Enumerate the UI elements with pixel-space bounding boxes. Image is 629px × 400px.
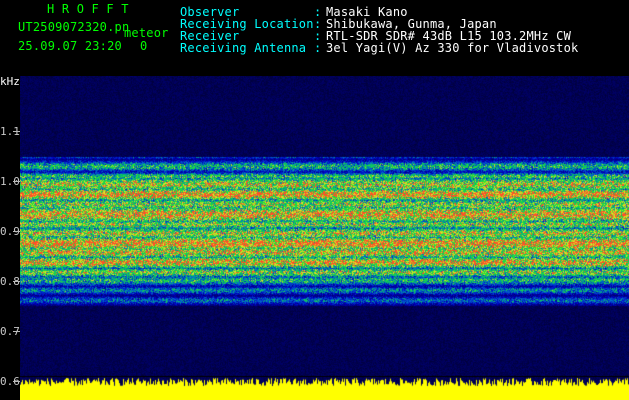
- frequency-unit-label: kHz: [0, 75, 20, 88]
- colon: :: [314, 41, 322, 55]
- meteor-label: meteor: [124, 26, 169, 40]
- antenna-label: Receiving Antenna: [180, 41, 307, 55]
- freq-tick-mark: [13, 281, 20, 282]
- app-brand: H R O F F T: [47, 2, 129, 16]
- spectrogram-canvas: [20, 76, 629, 400]
- meteor-count: 0: [140, 39, 148, 53]
- antenna-value: 3el Yagi(V) Az 330 for Vladivostok: [326, 41, 579, 55]
- freq-tick-mark: [13, 231, 20, 232]
- spectrogram-panel: [20, 76, 629, 400]
- header-panel: H R O F F T UT2509072320.pn meteor 25.09…: [0, 0, 629, 70]
- freq-tick-mark: [13, 381, 20, 382]
- date-time: 25.09.07 23:20: [18, 39, 122, 53]
- file-name: UT2509072320.pn: [18, 20, 130, 34]
- freq-tick-mark: [13, 131, 20, 132]
- freq-tick-mark: [13, 331, 20, 332]
- freq-tick-mark: [13, 181, 20, 182]
